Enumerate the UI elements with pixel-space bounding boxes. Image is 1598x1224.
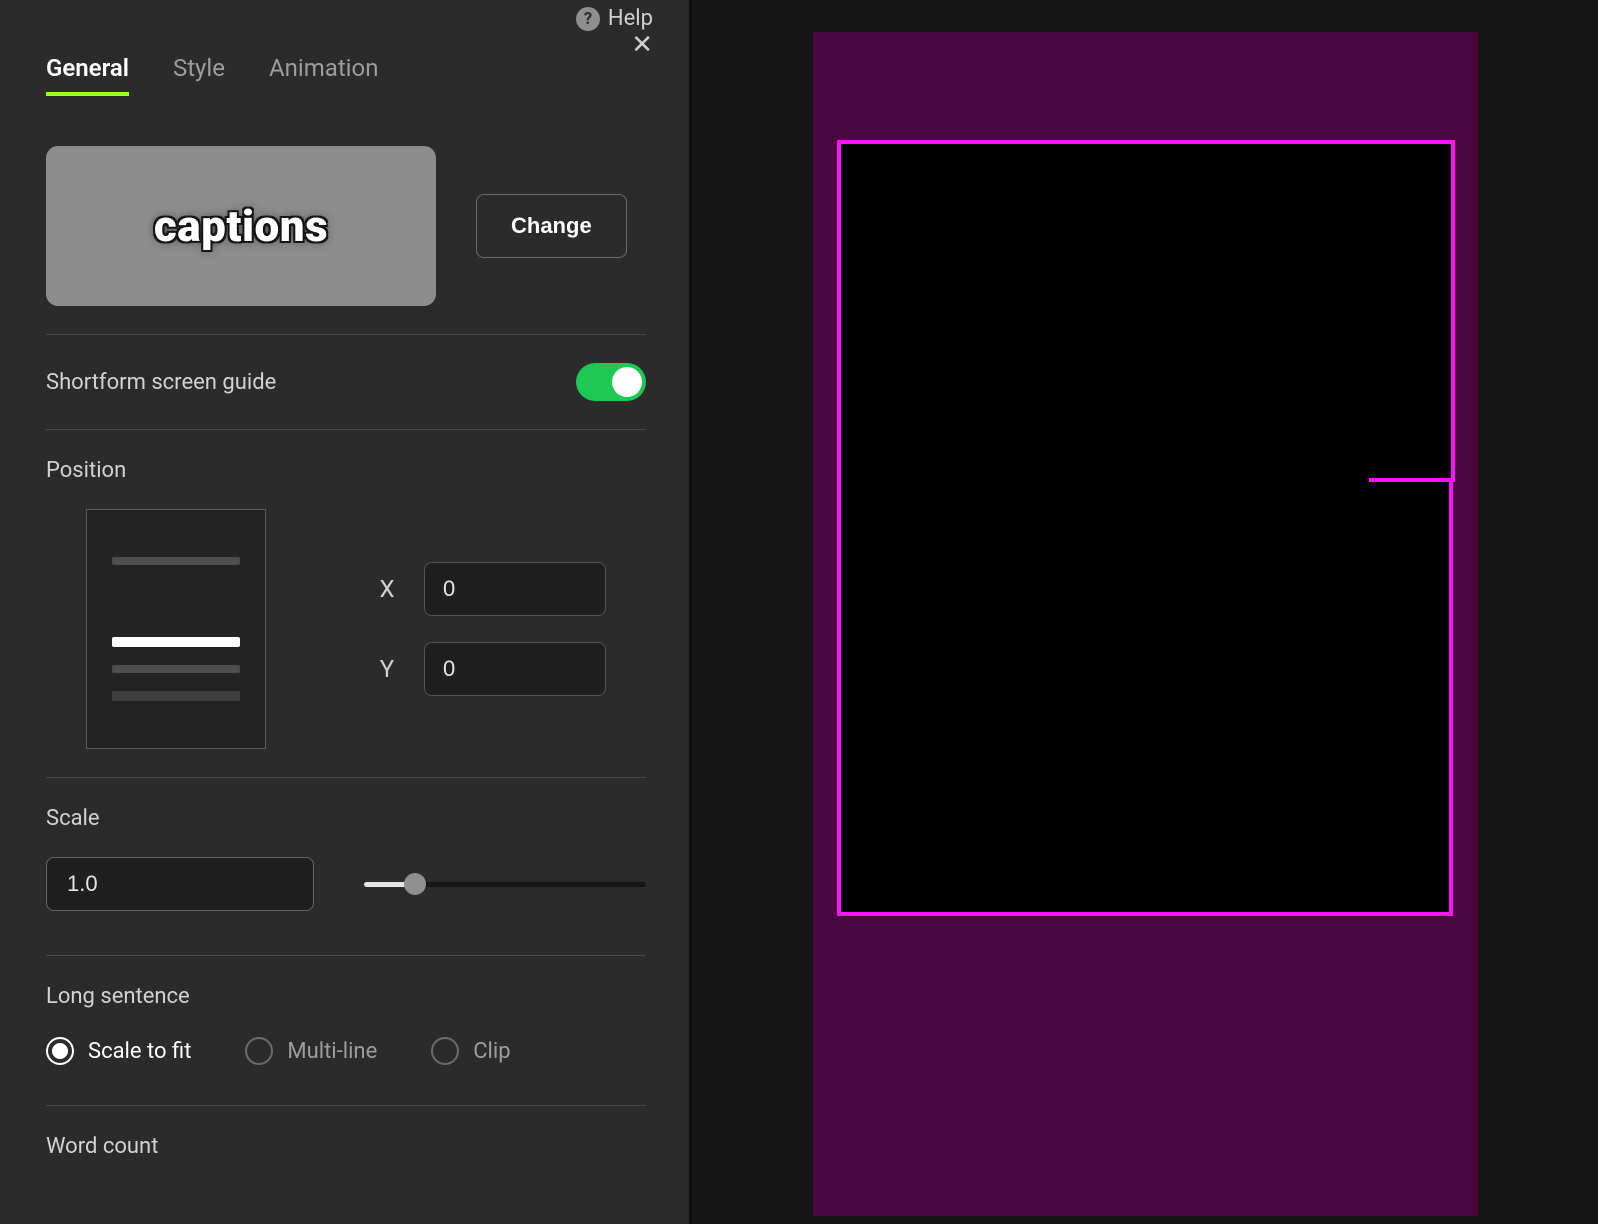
position-y-input[interactable] <box>424 642 606 696</box>
selection-outline[interactable] <box>837 140 1453 916</box>
help-icon: ? <box>576 7 600 31</box>
long-sentence-options: Scale to fit Multi-line Clip <box>46 1037 643 1065</box>
divider <box>46 334 646 335</box>
tab-general[interactable]: General <box>46 54 129 96</box>
close-button[interactable]: ✕ <box>631 32 653 58</box>
video-canvas[interactable] <box>813 32 1478 1216</box>
position-x-input[interactable] <box>424 562 606 616</box>
scale-row <box>46 857 646 911</box>
selection-notch <box>1369 140 1455 482</box>
divider <box>46 777 646 778</box>
position-slot <box>112 665 240 673</box>
radio-icon <box>245 1037 273 1065</box>
position-preview[interactable] <box>86 509 266 749</box>
toggle-knob <box>612 367 642 397</box>
canvas-area[interactable] <box>692 0 1598 1224</box>
scale-section-label: Scale <box>46 806 643 831</box>
caption-preview-row: captions Change <box>46 146 643 306</box>
long-sentence-clip[interactable]: Clip <box>431 1037 510 1065</box>
position-slot <box>112 691 240 701</box>
shortform-guide-label: Shortform screen guide <box>46 370 276 395</box>
position-x-label: X <box>376 575 398 603</box>
divider <box>46 955 646 956</box>
position-y-label: Y <box>376 655 398 683</box>
shortform-guide-toggle[interactable] <box>576 363 646 401</box>
divider <box>46 1105 646 1106</box>
radio-label: Clip <box>473 1039 510 1064</box>
help-label: Help <box>608 6 653 31</box>
close-icon: ✕ <box>631 30 653 60</box>
caption-preview-text: captions <box>154 200 328 252</box>
position-slot-selected <box>112 637 240 647</box>
radio-label: Scale to fit <box>88 1039 191 1064</box>
position-row: X Y <box>46 509 643 749</box>
long-sentence-scale-to-fit[interactable]: Scale to fit <box>46 1037 191 1065</box>
scale-slider[interactable] <box>364 874 646 894</box>
long-sentence-multi-line[interactable]: Multi-line <box>245 1037 377 1065</box>
tab-animation[interactable]: Animation <box>269 54 378 96</box>
shortform-guide-row: Shortform screen guide <box>46 363 646 401</box>
selection-notch-cover <box>1365 144 1373 478</box>
position-slot <box>112 557 240 565</box>
position-section-label: Position <box>46 458 643 483</box>
scale-input[interactable] <box>46 857 314 911</box>
long-sentence-section-label: Long sentence <box>46 984 643 1009</box>
radio-label: Multi-line <box>287 1039 377 1064</box>
tab-bar: General Style Animation <box>46 6 643 110</box>
divider <box>46 429 646 430</box>
help-link[interactable]: ? Help <box>576 6 653 31</box>
change-button[interactable]: Change <box>476 194 627 258</box>
tab-style[interactable]: Style <box>173 54 225 96</box>
position-inputs: X Y <box>376 562 606 696</box>
caption-preview[interactable]: captions <box>46 146 436 306</box>
selection-notch-top <box>1369 140 1455 144</box>
slider-thumb[interactable] <box>404 873 426 895</box>
settings-panel: ? Help ✕ General Style Animation caption… <box>0 0 692 1224</box>
word-count-section-label: Word count <box>46 1134 643 1159</box>
radio-icon <box>431 1037 459 1065</box>
radio-icon <box>46 1037 74 1065</box>
